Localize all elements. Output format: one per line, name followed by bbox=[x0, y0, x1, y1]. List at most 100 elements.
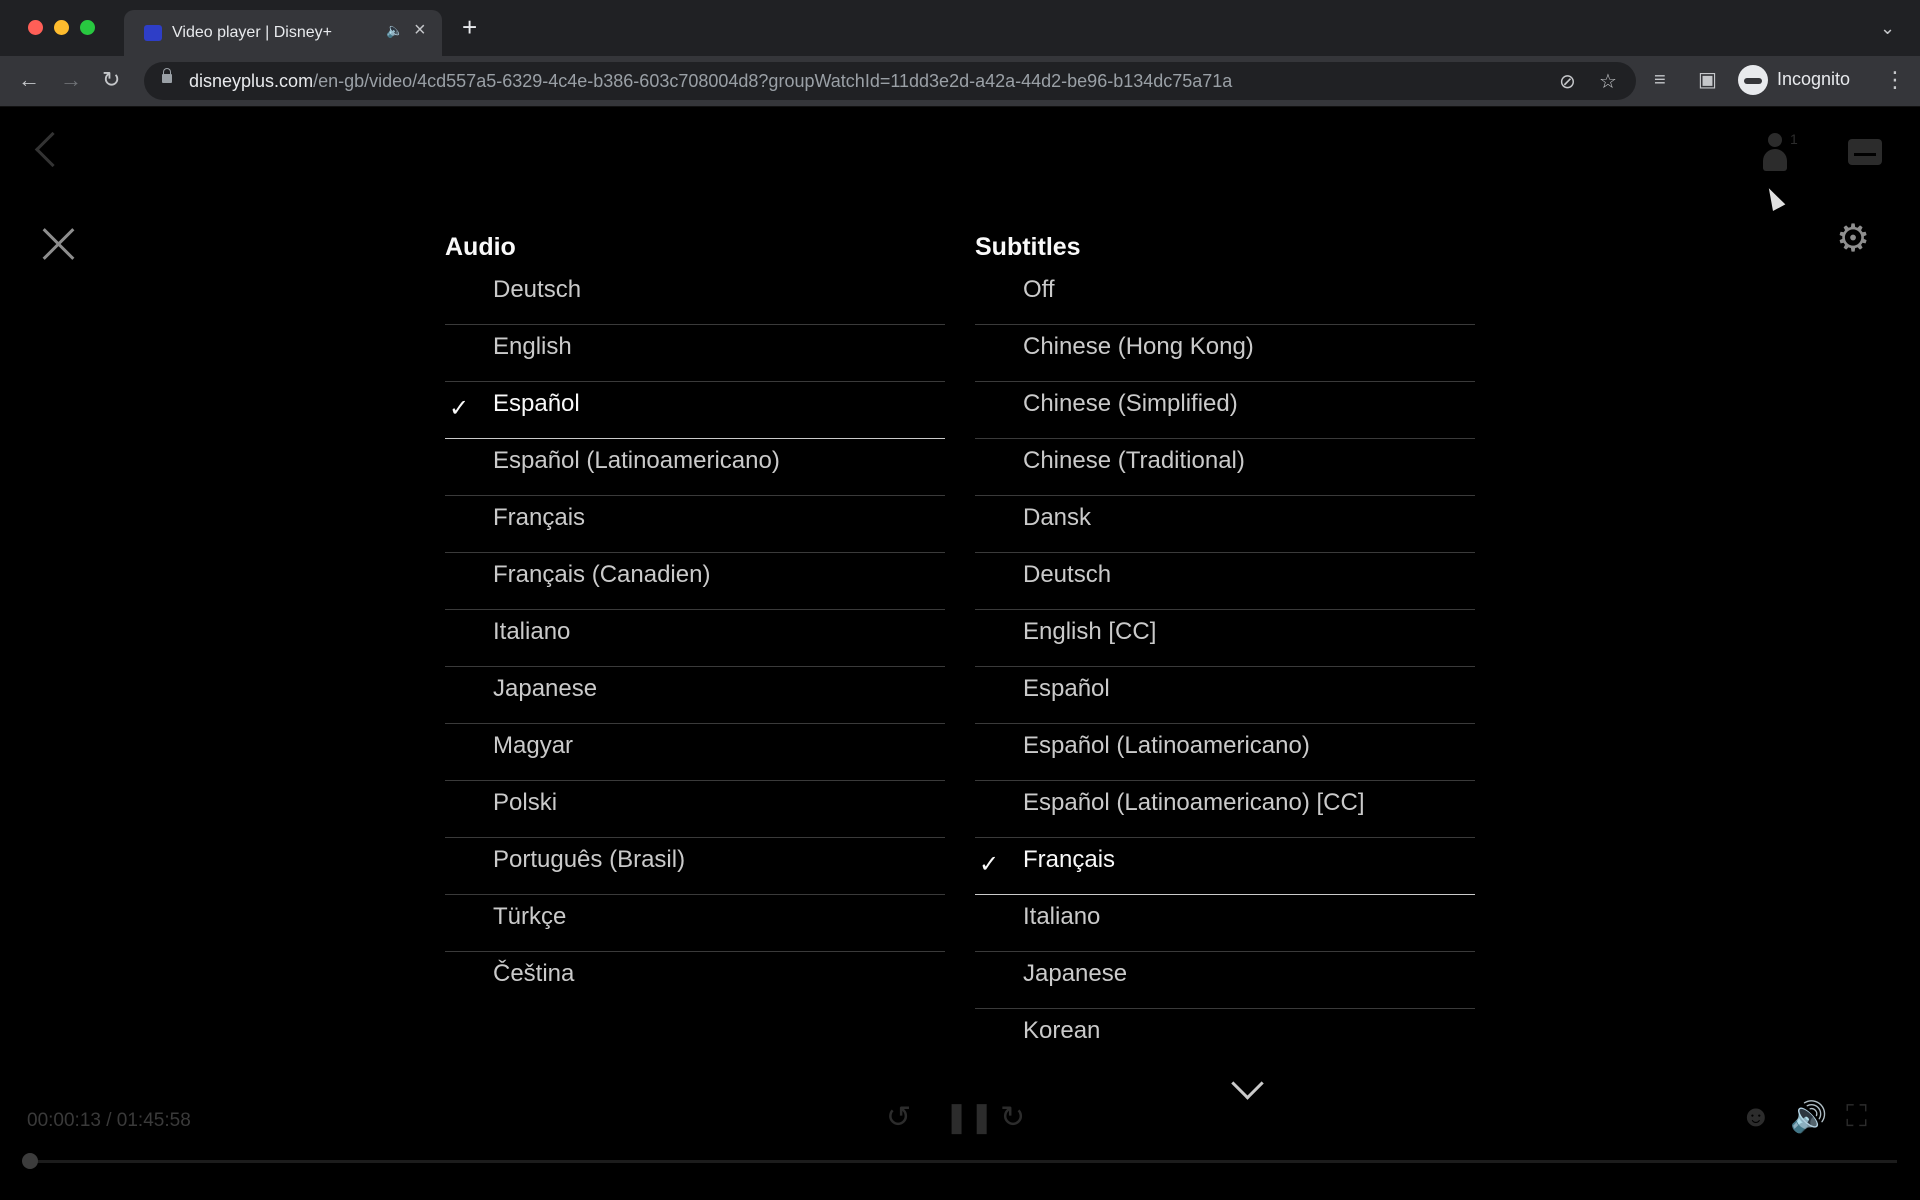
window-minimize-button[interactable] bbox=[54, 20, 69, 35]
subtitle-option[interactable]: Deutsch bbox=[975, 553, 1475, 610]
browser-menu-icon[interactable]: ⋮ bbox=[1884, 66, 1906, 94]
forward-10-icon[interactable]: ↻ bbox=[1000, 1100, 1025, 1135]
scroll-more-chevron-icon[interactable] bbox=[1231, 1067, 1264, 1100]
incognito-label[interactable]: Incognito bbox=[1777, 69, 1850, 90]
audio-option-label: Italiano bbox=[493, 618, 571, 645]
audio-option[interactable]: English bbox=[445, 325, 945, 382]
audio-option-label: Français (Canadien) bbox=[493, 561, 711, 588]
audio-option[interactable]: Čeština bbox=[445, 952, 945, 1008]
audio-option[interactable]: Polski bbox=[445, 781, 945, 838]
subtitle-option[interactable]: English [CC] bbox=[975, 610, 1475, 667]
subtitles-options-list: Off Chinese (Hong Kong) Chinese (Simplifie… bbox=[975, 268, 1475, 1065]
fullscreen-icon[interactable]: ⛶ bbox=[1846, 1100, 1867, 1134]
audio-option[interactable]: Türkçe bbox=[445, 895, 945, 952]
audio-option[interactable]: Français (Canadien) bbox=[445, 553, 945, 610]
subtitle-option[interactable]: Español bbox=[975, 667, 1475, 724]
tab-close-icon[interactable]: × bbox=[414, 20, 426, 40]
disney-favicon-icon bbox=[144, 25, 162, 41]
audio-option[interactable]: Italiano bbox=[445, 610, 945, 667]
rewind-10-icon[interactable]: ↺ bbox=[886, 1100, 911, 1135]
tracking-eye-off-icon[interactable]: ⊘ bbox=[1559, 69, 1576, 94]
audio-option-label: Português (Brasil) bbox=[493, 846, 686, 873]
subtitle-option[interactable]: Chinese (Simplified) bbox=[975, 382, 1475, 439]
subtitle-option-label: Dansk bbox=[1023, 504, 1092, 531]
subtitle-option[interactable]: Español (Latinoamericano) bbox=[975, 724, 1475, 781]
audio-option[interactable]: Magyar bbox=[445, 724, 945, 781]
audio-option-label: Polski bbox=[493, 789, 558, 816]
settings-gear-icon[interactable]: ⚙ bbox=[1836, 219, 1870, 259]
audio-option-label: Čeština bbox=[493, 960, 575, 987]
checkmark-icon: ✓ bbox=[449, 395, 470, 422]
browser-toolbar: ← → ↻ disneyplus.com/en-gb/video/4cd557a… bbox=[0, 56, 1920, 107]
side-panel-icon[interactable]: ▣ bbox=[1698, 66, 1717, 94]
bookmark-star-icon[interactable]: ☆ bbox=[1599, 69, 1617, 94]
audio-option[interactable]: Português (Brasil) bbox=[445, 838, 945, 895]
media-queue-icon[interactable]: ≡ bbox=[1654, 66, 1666, 94]
audio-option[interactable]: Deutsch bbox=[445, 268, 945, 325]
audio-title: Audio bbox=[445, 233, 516, 261]
subtitle-option-label: Korean bbox=[1023, 1017, 1101, 1044]
subtitle-option-label: Español bbox=[1023, 675, 1110, 702]
subtitle-option[interactable]: Chinese (Traditional) bbox=[975, 439, 1475, 496]
subtitle-option[interactable]: Japanese bbox=[975, 952, 1475, 1009]
subtitles-title: Subtitles bbox=[975, 233, 1081, 261]
audio-option[interactable]: ✓ Español bbox=[445, 382, 945, 439]
audio-option[interactable]: Japanese bbox=[445, 667, 945, 724]
audio-option[interactable]: Español (Latinoamericano) bbox=[445, 439, 945, 496]
forward-button[interactable]: → bbox=[60, 66, 82, 94]
subtitle-option-label: Español (Latinoamericano) bbox=[1023, 732, 1310, 759]
playback-timecode: 00:00:13 / 01:45:58 bbox=[27, 1110, 191, 1131]
subtitle-option-label: Chinese (Traditional) bbox=[1023, 447, 1245, 474]
subtitle-option[interactable]: Español (Latinoamericano) [CC] bbox=[975, 781, 1475, 838]
subtitles-panel: Subtitles Off Chinese (Hong Kong) Chinese … bbox=[975, 232, 1475, 1065]
back-arrow-icon[interactable] bbox=[34, 131, 71, 168]
back-button[interactable]: ← bbox=[18, 66, 40, 94]
groupwatch-body bbox=[1763, 149, 1787, 171]
close-menu-icon[interactable] bbox=[40, 225, 78, 263]
groupwatch-icon[interactable]: 1 bbox=[1760, 131, 1810, 173]
audio-option-label: Deutsch bbox=[493, 276, 582, 303]
tab-audio-icon[interactable]: 🔈 bbox=[386, 22, 403, 39]
audio-option-label: Türkçe bbox=[493, 903, 567, 930]
reload-button[interactable]: ↻ bbox=[102, 66, 120, 94]
tab-title: Video player | Disney+ bbox=[172, 24, 332, 41]
checkmark-icon: ✓ bbox=[979, 851, 1000, 878]
pause-icon[interactable]: ❚❚ bbox=[944, 1100, 994, 1135]
new-tab-button[interactable]: + bbox=[462, 14, 477, 40]
audio-option-label: English bbox=[493, 333, 572, 360]
groupwatch-head bbox=[1768, 133, 1782, 147]
volume-icon[interactable]: 🔊 bbox=[1790, 1100, 1827, 1135]
subtitle-option-label: Español (Latinoamericano) [CC] bbox=[1023, 789, 1365, 816]
audio-option-label: Español bbox=[493, 390, 580, 417]
audio-option-label: Magyar bbox=[493, 732, 574, 759]
subtitle-option-label: Off bbox=[1023, 276, 1055, 303]
subtitles-icon[interactable] bbox=[1848, 139, 1882, 165]
subtitle-option-label: Japanese bbox=[1023, 960, 1128, 987]
subtitle-option-label: Italiano bbox=[1023, 903, 1101, 930]
browser-titlebar: Video player | Disney+ 🔈 × + ⌄ bbox=[0, 0, 1920, 56]
subtitle-option[interactable]: Chinese (Hong Kong) bbox=[975, 325, 1475, 382]
audio-option-label: Français bbox=[493, 504, 586, 531]
mouse-cursor-icon bbox=[1762, 185, 1786, 211]
lock-icon[interactable] bbox=[162, 68, 172, 83]
window-close-button[interactable] bbox=[28, 20, 43, 35]
window-zoom-button[interactable] bbox=[80, 20, 95, 35]
tab-search-chevron-icon[interactable]: ⌄ bbox=[1880, 18, 1895, 39]
video-player: 1 ⚙ Audio Deutsch English ✓ Español Español … bbox=[0, 107, 1920, 1200]
audio-option-label: Español (Latinoamericano) bbox=[493, 447, 780, 474]
subtitle-option[interactable]: Korean bbox=[975, 1009, 1475, 1065]
subtitle-option[interactable]: Off bbox=[975, 268, 1475, 325]
subtitle-option[interactable]: ✓ Français bbox=[975, 838, 1475, 895]
url-text[interactable]: disneyplus.com/en-gb/video/4cd557a5-6329… bbox=[189, 71, 1232, 92]
subtitle-option[interactable]: Italiano bbox=[975, 895, 1475, 952]
subtitle-option[interactable]: Dansk bbox=[975, 496, 1475, 553]
subtitle-option-label: Chinese (Hong Kong) bbox=[1023, 333, 1254, 360]
address-bar[interactable]: disneyplus.com/en-gb/video/4cd557a5-6329… bbox=[144, 62, 1636, 100]
subtitle-option-label: Chinese (Simplified) bbox=[1023, 390, 1238, 417]
reactions-icon[interactable]: ☻ bbox=[1740, 1100, 1772, 1134]
progress-scrubber-handle[interactable] bbox=[22, 1153, 38, 1169]
browser-tab-active[interactable]: Video player | Disney+ 🔈 × bbox=[124, 10, 442, 56]
audio-option[interactable]: Français bbox=[445, 496, 945, 553]
incognito-avatar-icon[interactable] bbox=[1738, 65, 1768, 95]
progress-bar[interactable] bbox=[27, 1160, 1897, 1163]
